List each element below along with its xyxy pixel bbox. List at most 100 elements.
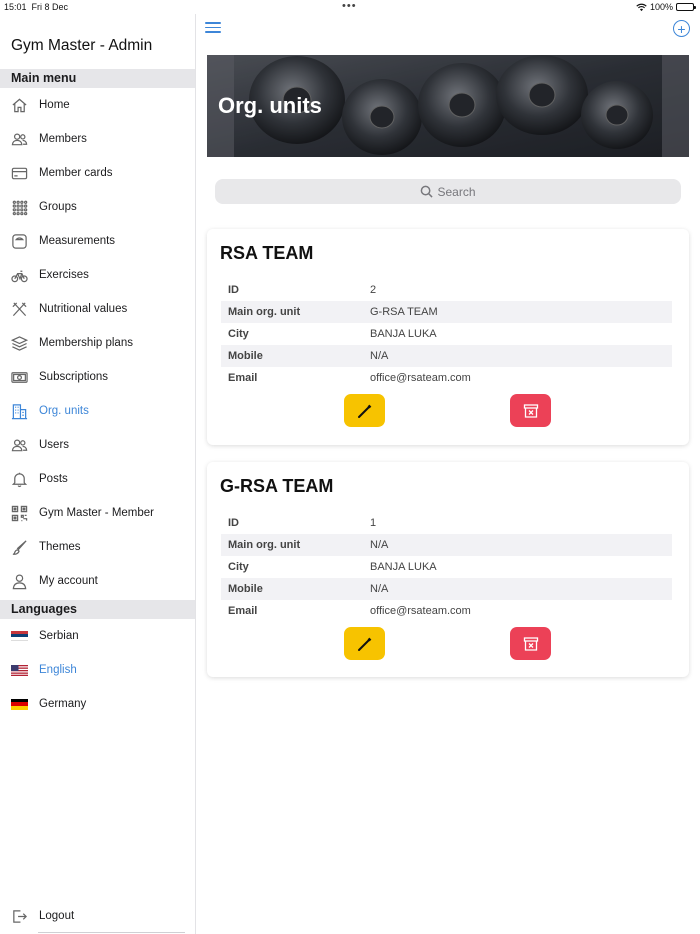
sidebar: Gym Master - Admin Main menu Home Member… [0, 14, 196, 934]
utensils-icon [11, 301, 28, 318]
sidebar-item-users[interactable]: Users [0, 428, 195, 462]
search-icon [421, 185, 434, 198]
status-time: 15:01 Fri 8 Dec [4, 2, 69, 12]
org-unit-card: RSA TEAM ID 2 Main org. unit G-RSA TEAM … [207, 229, 689, 445]
main-menu-header: Main menu [0, 69, 195, 88]
logout-label: Logout [39, 910, 75, 922]
plus-icon: + [677, 20, 686, 37]
card-icon [11, 165, 28, 182]
field-value: N/A [370, 539, 389, 551]
layers-icon [11, 335, 28, 352]
sidebar-item-groups[interactable]: Groups [0, 190, 195, 224]
field-label: Email [228, 372, 258, 384]
org-unit-name: RSA TEAM [220, 243, 314, 263]
field-label: Main org. unit [228, 306, 301, 318]
edit-button[interactable] [344, 627, 385, 660]
delete-box-icon [523, 636, 538, 651]
field-label: Mobile [228, 350, 263, 362]
language-item-germany[interactable]: Germany [0, 687, 195, 721]
field-value: office@rsateam.com [370, 372, 471, 384]
sidebar-item-themes[interactable]: Themes [0, 530, 195, 564]
sidebar-item-measurements[interactable]: Measurements [0, 224, 195, 258]
search-placeholder: Search [437, 184, 476, 199]
sidebar-item-org-units[interactable]: Org. units [0, 394, 195, 428]
page-banner: Org. units [207, 55, 689, 157]
sidebar-item-label: Home [39, 99, 70, 111]
app-title: Gym Master - Admin [11, 37, 153, 54]
delete-button[interactable] [510, 394, 551, 427]
sidebar-item-label: Measurements [39, 235, 116, 247]
divider [38, 932, 185, 933]
home-icon [11, 97, 28, 114]
bell-icon [11, 471, 28, 488]
wifi-icon [636, 3, 647, 11]
field-value: N/A [370, 350, 389, 362]
grid-icon [11, 199, 28, 216]
sidebar-item-posts[interactable]: Posts [0, 462, 195, 496]
pencil-icon [357, 637, 371, 651]
sidebar-item-nutritional-values[interactable]: Nutritional values [0, 292, 195, 326]
detail-row-mobile: Mobile N/A [221, 578, 672, 600]
sidebar-item-membership-plans[interactable]: Membership plans [0, 326, 195, 360]
field-label: Email [228, 605, 258, 617]
sidebar-item-label: Groups [39, 201, 77, 213]
sidebar-item-label: My account [39, 575, 98, 587]
sidebar-item-label: Member cards [39, 167, 113, 179]
qr-code-icon [11, 505, 28, 522]
bicycle-icon [11, 267, 28, 284]
field-value: BANJA LUKA [370, 561, 437, 573]
detail-row-id: ID 1 [221, 512, 672, 534]
sidebar-item-subscriptions[interactable]: Subscriptions [0, 360, 195, 394]
flag-germany-icon [11, 696, 28, 713]
field-label: ID [228, 517, 239, 529]
field-label: ID [228, 284, 239, 296]
field-value: BANJA LUKA [370, 328, 437, 340]
pencil-icon [357, 404, 371, 418]
menu-toggle-button[interactable] [205, 22, 221, 36]
delete-button[interactable] [510, 627, 551, 660]
sidebar-item-gym-master-member[interactable]: Gym Master - Member [0, 496, 195, 530]
sidebar-item-label: Posts [39, 473, 68, 485]
logout-button[interactable]: Logout [0, 899, 195, 933]
field-label: City [228, 328, 249, 340]
field-value: 1 [370, 517, 377, 529]
detail-row-email: Email office@rsateam.com [221, 600, 672, 622]
detail-row-mobile: Mobile N/A [221, 345, 672, 367]
language-item-english[interactable]: English [0, 653, 195, 687]
detail-row-email: Email office@rsateam.com [221, 367, 672, 389]
sidebar-item-label: Membership plans [39, 337, 133, 349]
sidebar-item-label: Nutritional values [39, 303, 128, 315]
status-bar: 15:01 Fri 8 Dec ••• 100% [0, 0, 700, 14]
detail-row-id: ID 2 [221, 279, 672, 301]
org-unit-card: G-RSA TEAM ID 1 Main org. unit N/A City … [207, 462, 689, 677]
sidebar-item-members[interactable]: Members [0, 122, 195, 156]
detail-row-city: City BANJA LUKA [221, 556, 672, 578]
language-label: Germany [39, 698, 87, 710]
field-value: N/A [370, 583, 389, 595]
building-icon [11, 403, 28, 420]
person-icon [11, 573, 28, 590]
scale-icon [11, 233, 28, 250]
sidebar-item-member-cards[interactable]: Member cards [0, 156, 195, 190]
people-icon [11, 437, 28, 454]
status-right: 100% [636, 2, 696, 12]
sidebar-item-label: Users [39, 439, 70, 451]
field-value: G-RSA TEAM [370, 306, 438, 318]
sidebar-item-my-account[interactable]: My account [0, 564, 195, 598]
sidebar-item-label: Gym Master - Member [39, 507, 155, 519]
detail-row-main-org-unit: Main org. unit G-RSA TEAM [221, 301, 672, 323]
edit-button[interactable] [344, 394, 385, 427]
main-content: + Org. units Search RSA TEAM ID 2 Main o… [196, 14, 700, 934]
add-org-unit-button[interactable]: + [673, 20, 690, 37]
org-unit-name: G-RSA TEAM [220, 476, 334, 496]
search-input[interactable]: Search [215, 179, 681, 204]
field-label: Mobile [228, 583, 263, 595]
sidebar-item-exercises[interactable]: Exercises [0, 258, 195, 292]
sidebar-item-home[interactable]: Home [0, 88, 195, 122]
multitasking-dots[interactable]: ••• [342, 0, 357, 12]
language-item-serbian[interactable]: Serbian [0, 619, 195, 653]
delete-box-icon [523, 403, 538, 418]
battery-percent: 100% [649, 2, 673, 12]
language-label: Serbian [39, 630, 79, 642]
detail-row-main-org-unit: Main org. unit N/A [221, 534, 672, 556]
